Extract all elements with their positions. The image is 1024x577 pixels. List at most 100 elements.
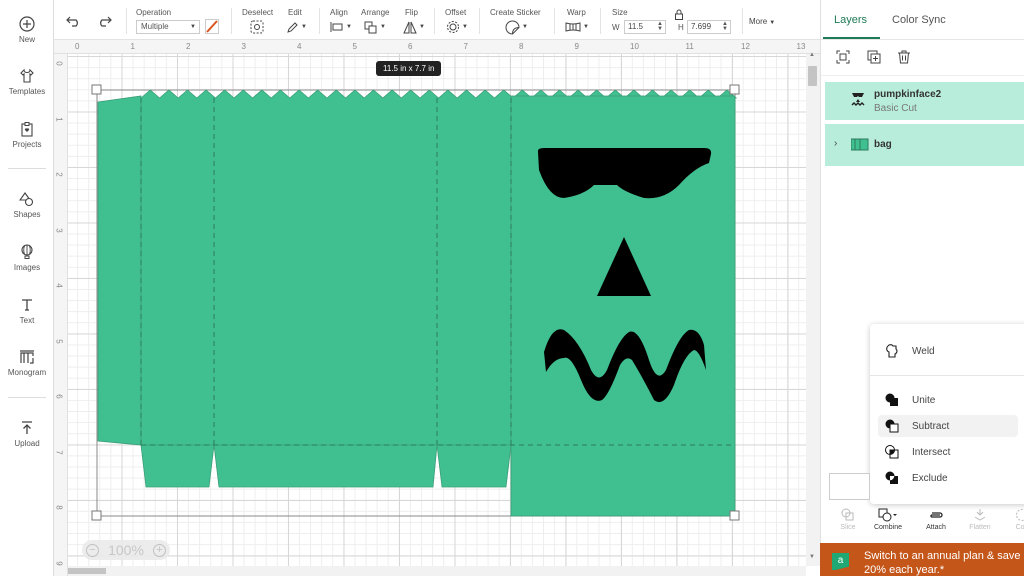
stepper-icon[interactable]: ▲▼ — [722, 22, 728, 32]
layer-name: pumpkinface2 — [874, 89, 941, 100]
bag-design[interactable] — [54, 40, 820, 576]
warp-button[interactable]: ▼ — [565, 20, 589, 34]
offset-button[interactable]: ▼ — [446, 20, 468, 34]
resize-handle-top-left[interactable] — [92, 85, 101, 94]
layer-name: bag — [874, 139, 892, 150]
layer-tools — [821, 40, 1024, 76]
undo-button[interactable] — [66, 14, 82, 28]
zoom-control: − 100% + — [82, 540, 170, 560]
slice-button[interactable]: Slice — [828, 505, 868, 531]
toolbar-divider — [554, 8, 555, 34]
resize-handle-top-right[interactable] — [730, 85, 739, 94]
more-button[interactable]: More▼ — [749, 17, 775, 26]
arrange-label: Arrange — [361, 8, 389, 17]
offset-label: Offset — [445, 8, 466, 17]
menu-item-exclude[interactable]: Exclude — [878, 467, 1018, 489]
flip-button[interactable]: ▼ — [403, 20, 425, 34]
toolbar-divider — [742, 8, 743, 34]
attach-button[interactable]: Attach — [916, 505, 956, 531]
sidebar-item-monogram[interactable]: Monogram — [0, 349, 54, 377]
design-canvas[interactable]: 012345678910111213 0123456789 11.5 in — [54, 40, 820, 576]
balloon-icon — [19, 244, 35, 260]
arrange-button[interactable]: ▼ — [364, 20, 386, 34]
toolbar-divider — [126, 8, 127, 34]
contour-icon — [1015, 508, 1024, 522]
sidebar-divider — [8, 397, 46, 398]
layer-cut-type: Basic Cut — [874, 103, 917, 114]
tab-layers[interactable]: Layers — [834, 14, 867, 26]
scrollbar-thumb[interactable] — [68, 568, 106, 574]
menu-item-weld[interactable]: Weld — [878, 340, 1018, 362]
stepper-icon[interactable]: ▲▼ — [657, 22, 663, 32]
edit-label: Edit — [288, 8, 302, 17]
resize-handle-bottom-left[interactable] — [92, 511, 101, 520]
align-button[interactable]: ▼ — [330, 20, 352, 34]
combine-button[interactable]: Combine — [868, 505, 908, 531]
horizontal-scrollbar[interactable] — [68, 566, 806, 576]
operation-value: Multiple — [141, 22, 169, 31]
lock-icon[interactable] — [674, 9, 684, 20]
toolbar-divider — [600, 8, 601, 34]
resize-handle-bottom-right[interactable] — [730, 511, 739, 520]
menu-item-label: Unite — [912, 395, 935, 406]
scrollbar-thumb[interactable] — [808, 66, 817, 86]
tab-color-sync[interactable]: Color Sync — [892, 14, 946, 26]
top-toolbar: Operation Multiple ▼ Deselect Edit ▼ Ali… — [54, 0, 820, 40]
bag-bottom-flap[interactable] — [141, 445, 214, 487]
sidebar-item-images[interactable]: Images — [0, 244, 54, 272]
align-label: Align — [330, 8, 348, 17]
sidebar-item-templates[interactable]: Templates — [0, 68, 54, 96]
warp-label: Warp — [567, 8, 586, 17]
menu-divider — [870, 375, 1024, 376]
sidebar-item-shapes[interactable]: Shapes — [0, 191, 54, 219]
sidebar-item-upload[interactable]: Upload — [0, 420, 54, 448]
slice-icon — [841, 508, 855, 522]
chevron-down-icon: ▼ — [190, 21, 196, 33]
height-input[interactable]: 7.699 ▲▼ — [687, 20, 731, 34]
scroll-up-icon[interactable]: ▲ — [809, 52, 815, 58]
unite-icon — [884, 392, 900, 408]
contour-label: Con — [1016, 524, 1024, 531]
shapes-icon — [19, 191, 35, 207]
combine-icon — [878, 508, 898, 522]
edit-button[interactable]: ▼ — [286, 20, 307, 34]
contour-button[interactable]: Con — [1002, 505, 1024, 531]
menu-item-unite[interactable]: Unite — [878, 389, 1018, 411]
operation-select[interactable]: Multiple ▼ — [136, 20, 200, 34]
group-button[interactable] — [836, 50, 850, 69]
sidebar-item-projects[interactable]: Projects — [0, 121, 54, 149]
delete-button[interactable] — [897, 50, 911, 69]
zoom-out-button[interactable]: − — [86, 544, 99, 557]
sidebar-item-text[interactable]: Text — [0, 297, 54, 325]
pencil-icon — [286, 21, 299, 34]
subtract-icon — [884, 418, 900, 434]
sidebar-item-label: Shapes — [13, 210, 40, 219]
width-input[interactable]: 11.5 ▲▼ — [624, 20, 666, 34]
color-swatch[interactable] — [829, 473, 870, 500]
vertical-scrollbar[interactable]: ▲ ▼ — [806, 54, 820, 566]
plus-circle-icon — [19, 16, 35, 32]
exclude-icon — [884, 470, 900, 486]
sidebar-item-label: Monogram — [8, 368, 46, 377]
layer-item[interactable]: pumpkinface2 Basic Cut — [825, 82, 1024, 120]
menu-item-intersect[interactable]: Intersect — [878, 441, 1018, 463]
menu-item-label: Exclude — [912, 473, 948, 484]
zoom-in-button[interactable]: + — [153, 544, 166, 557]
deselect-button[interactable] — [250, 20, 264, 34]
operation-color-button[interactable] — [205, 19, 219, 34]
layer-item[interactable]: › bag — [825, 124, 1024, 166]
sidebar-item-new[interactable]: New — [0, 16, 54, 44]
menu-item-subtract[interactable]: Subtract — [878, 415, 1018, 437]
flatten-button[interactable]: Flatten — [960, 505, 1000, 531]
bag-side-tab[interactable] — [98, 96, 141, 445]
arrange-icon — [364, 21, 378, 34]
promo-banner[interactable]: a Switch to an annual plan & save 20% ea… — [820, 543, 1024, 576]
redo-button[interactable] — [96, 14, 112, 28]
chevron-right-icon[interactable]: › — [834, 138, 837, 149]
bag-bottom-flap[interactable] — [214, 445, 437, 487]
duplicate-button[interactable] — [867, 50, 881, 69]
scroll-down-icon[interactable]: ▼ — [809, 554, 815, 560]
sticker-icon — [505, 20, 520, 35]
create-sticker-button[interactable]: ▼ — [505, 20, 528, 34]
bag-bottom-flap[interactable] — [437, 445, 511, 487]
